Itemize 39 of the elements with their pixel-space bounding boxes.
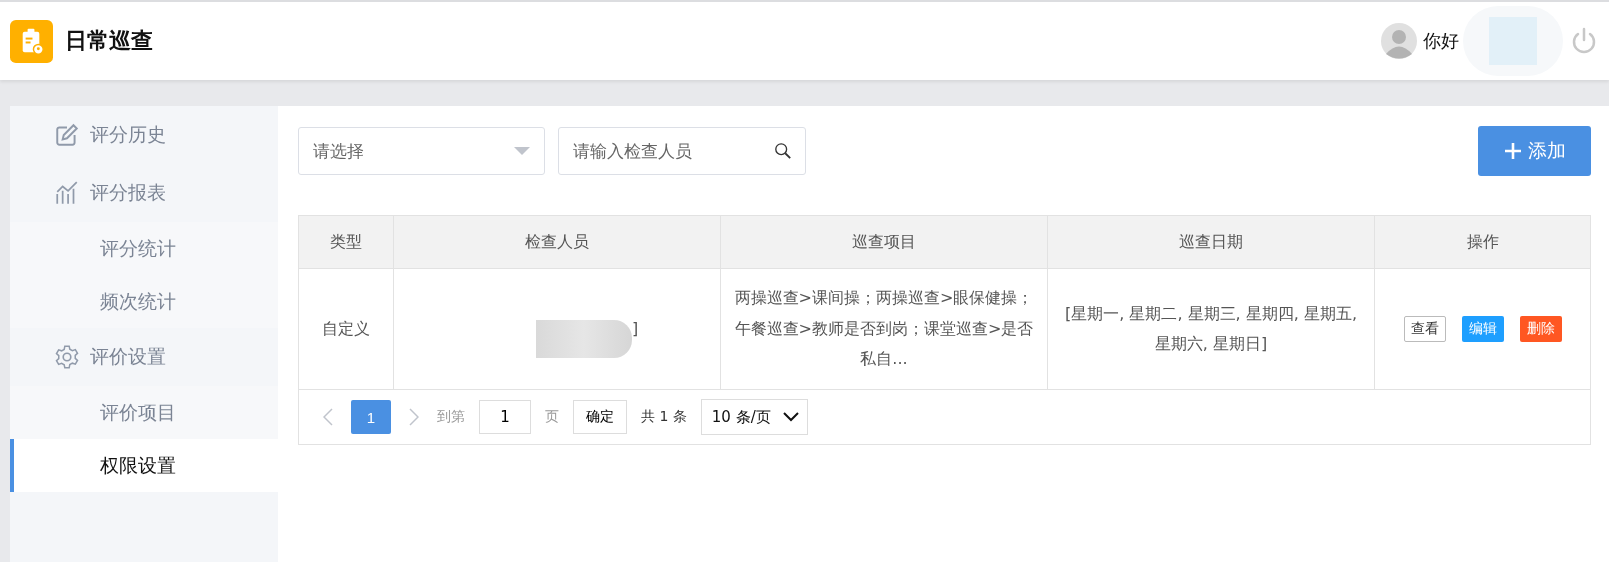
table-cell: 自定义	[299, 269, 394, 389]
sidebar-item[interactable]: 评价设置	[10, 328, 278, 386]
table-cell-text: ]	[631, 317, 639, 340]
table-cell: 两操巡查>课间操；两操巡查>眼保健操；午餐巡查>教师是否到岗；课堂巡查>是否私自...	[721, 269, 1048, 389]
next-page-icon[interactable]	[409, 408, 419, 426]
total-count: 共 1 条	[641, 408, 687, 426]
delete-button[interactable]: 删除	[1519, 316, 1562, 342]
edit-icon	[54, 122, 80, 148]
plus-icon	[1503, 142, 1522, 160]
column-header: 操作	[1465, 230, 1500, 253]
page-button[interactable]: 1	[351, 400, 391, 434]
clipboard-logo-icon	[10, 19, 53, 63]
app-title: 日常巡查	[65, 27, 153, 55]
add-button[interactable]: 添加	[1478, 126, 1591, 176]
sidebar-item[interactable]: 评分历史	[10, 106, 278, 164]
type-select[interactable]: 请选择	[298, 127, 545, 175]
settings-icon	[54, 344, 80, 370]
column-header: 巡查日期	[1048, 216, 1375, 268]
column-header: 检查人员	[394, 216, 721, 268]
sidebar-item[interactable]: 评分报表	[10, 164, 278, 222]
edit-button[interactable]: 编辑	[1461, 316, 1504, 342]
page-unit-label: 页	[545, 408, 559, 426]
avatar-icon	[1381, 23, 1417, 59]
column-header: 类型	[299, 216, 394, 268]
chart-icon	[54, 180, 80, 206]
goto-label: 到第	[437, 408, 465, 426]
page-size-select[interactable]: 10 条/页	[700, 399, 808, 435]
confirm-button[interactable]: 确定	[573, 400, 627, 434]
view-button[interactable]: 查看	[1403, 316, 1446, 342]
table-cell: [星期一, 星期二, 星期三, 星期四, 星期五, 星期六, 星期日]	[1048, 269, 1375, 389]
chevron-down-icon	[782, 412, 799, 422]
search-icon	[774, 142, 792, 160]
caret-icon	[514, 147, 530, 155]
prev-page-icon[interactable]	[323, 408, 333, 426]
inspector-search-field[interactable]: 请输入检查人员	[558, 127, 806, 175]
page-input[interactable]: 1	[479, 400, 531, 434]
greeting-text: 你好	[1423, 29, 1459, 53]
column-header: 巡查项目	[721, 216, 1048, 268]
sidebar-subitem[interactable]: 权限设置	[10, 439, 278, 492]
